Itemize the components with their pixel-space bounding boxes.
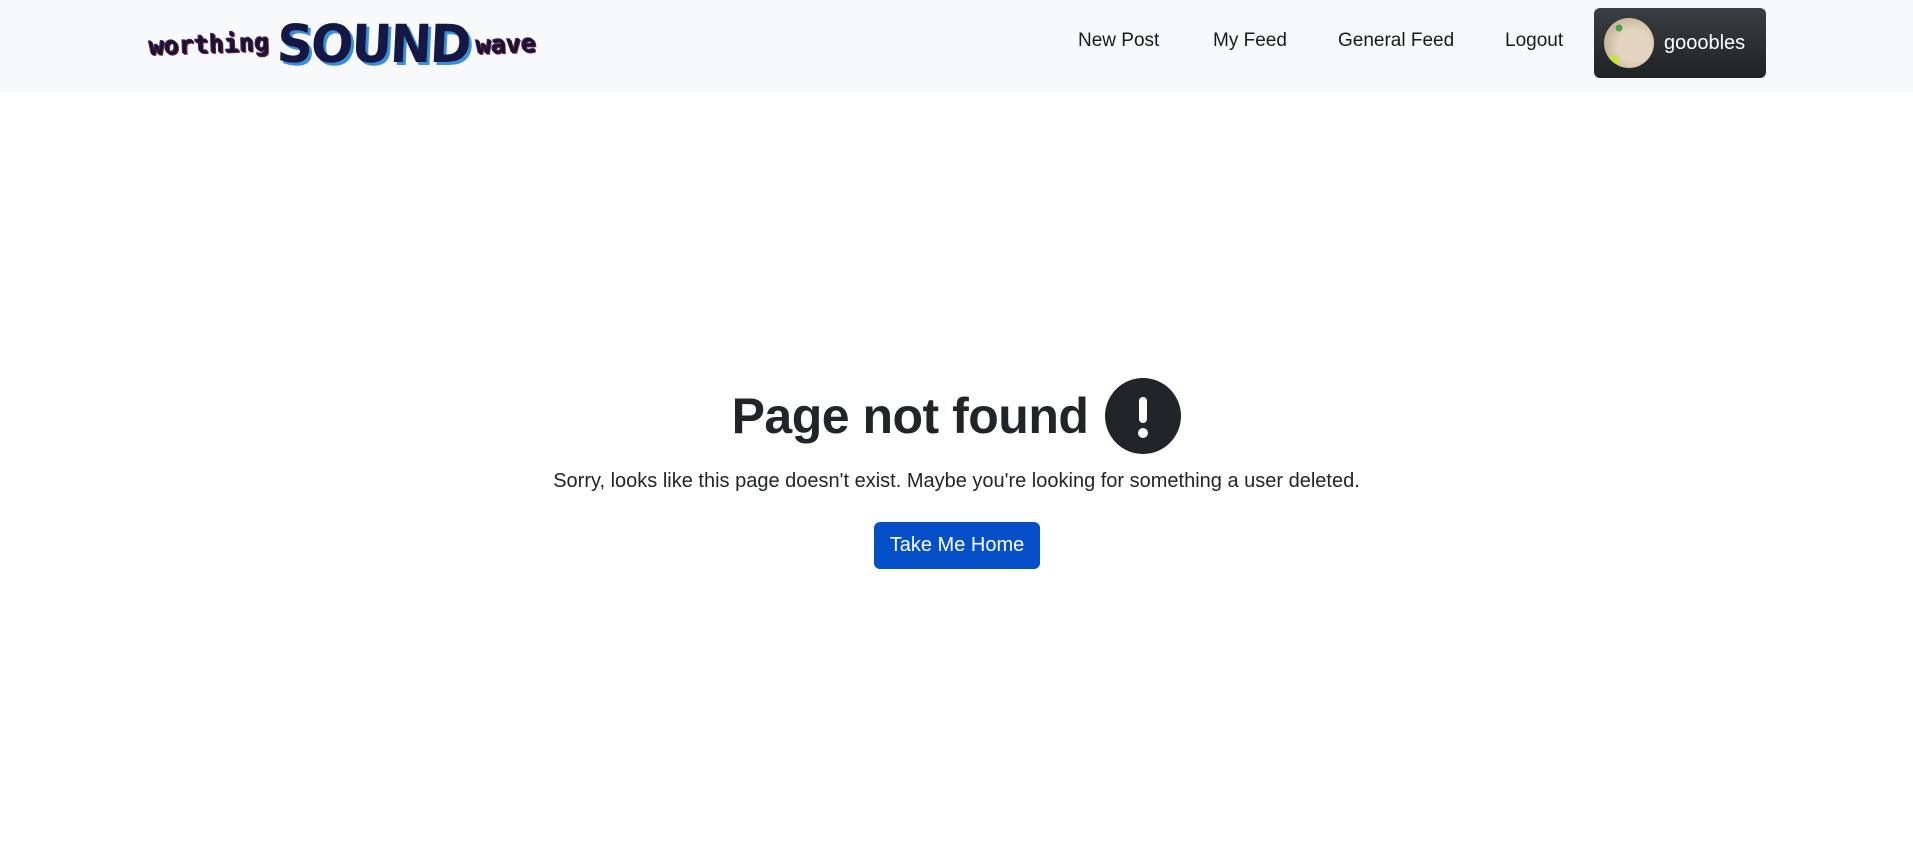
error-message: Sorry, looks like this page doesn't exis… (553, 470, 1360, 492)
nav-link-my-feed[interactable]: My Feed (1213, 30, 1287, 52)
nav-link-new-post[interactable]: New Post (1078, 30, 1159, 52)
page-title-row: Page not found (0, 376, 1913, 456)
brand-logo-prefix: worthing (148, 27, 270, 61)
exclamation-bar (1139, 397, 1148, 423)
brand-logo-suffix: wave (475, 28, 537, 60)
navbar: worthing SOUND wave New Post My Feed Gen… (0, 0, 1913, 92)
exclamation-circle-icon (1105, 378, 1182, 454)
take-me-home-button[interactable]: Take Me Home (874, 522, 1040, 569)
nav-link-logout[interactable]: Logout (1505, 30, 1563, 52)
avatar (1604, 18, 1654, 68)
nav-link-general-feed[interactable]: General Feed (1338, 30, 1454, 52)
username: gooobles (1664, 31, 1746, 54)
exclamation-dot (1138, 428, 1149, 438)
page-title: Page not found (731, 388, 1089, 444)
brand-logo[interactable]: worthing SOUND wave (148, 13, 537, 75)
brand-logo-main: SOUND (275, 13, 472, 75)
user-profile-button[interactable]: gooobles (1594, 8, 1766, 78)
